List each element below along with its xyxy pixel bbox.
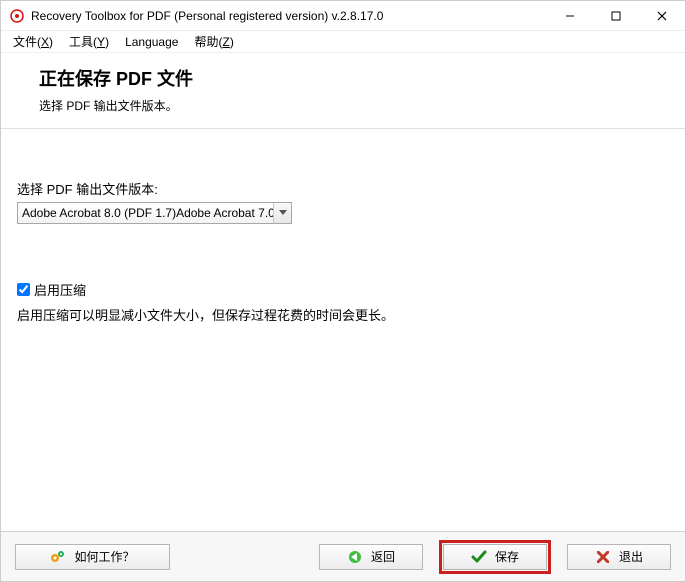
gears-icon — [50, 549, 66, 565]
window-title: Recovery Toolbox for PDF (Personal regis… — [31, 9, 547, 23]
menu-tools-accel: Y — [97, 35, 105, 49]
menu-bar: 文件(X) 工具(Y) Language 帮助(Z) — [1, 31, 685, 53]
compress-description: 启用压缩可以明显减小文件大小，但保存过程花费的时间会更长。 — [17, 305, 669, 324]
page-subtitle: 选择 PDF 输出文件版本。 — [39, 97, 673, 114]
menu-tools[interactable]: 工具(Y) — [61, 31, 117, 52]
footer-bar: 如何工作？ 返回 保存 退出 — [1, 531, 685, 581]
close-x-icon — [595, 549, 611, 565]
chevron-down-icon[interactable] — [273, 203, 291, 223]
exit-button[interactable]: 退出 — [567, 544, 671, 570]
menu-language[interactable]: Language — [117, 33, 186, 51]
menu-help-accel: Z — [222, 35, 229, 49]
maximize-button[interactable] — [593, 1, 639, 31]
menu-file[interactable]: 文件(X) — [5, 31, 61, 52]
minimize-button[interactable] — [547, 1, 593, 31]
how-it-works-button[interactable]: 如何工作？ — [15, 544, 170, 570]
menu-file-label: 文件 — [13, 35, 37, 49]
close-button[interactable] — [639, 1, 685, 31]
window-controls — [547, 1, 685, 30]
save-button-label: 保存 — [495, 548, 519, 565]
menu-tools-label: 工具 — [69, 35, 93, 49]
menu-help-label: 帮助 — [194, 35, 218, 49]
content-area: 选择 PDF 输出文件版本: Adobe Acrobat 8.0 (PDF 1.… — [1, 129, 685, 531]
title-bar: Recovery Toolbox for PDF (Personal regis… — [1, 1, 685, 31]
save-button[interactable]: 保存 — [443, 544, 547, 570]
back-button-label: 返回 — [371, 548, 395, 565]
menu-file-accel: X — [41, 35, 49, 49]
back-arrow-icon — [347, 549, 363, 565]
compress-checkbox[interactable] — [17, 283, 30, 296]
back-button[interactable]: 返回 — [319, 544, 423, 570]
page-title: 正在保存 PDF 文件 — [39, 65, 673, 91]
version-label: 选择 PDF 输出文件版本: — [17, 179, 669, 198]
checkmark-icon — [471, 549, 487, 565]
version-select[interactable]: Adobe Acrobat 8.0 (PDF 1.7)Adobe Acrobat… — [17, 202, 292, 224]
how-it-works-label: 如何工作？ — [74, 548, 134, 565]
page-header: 正在保存 PDF 文件 选择 PDF 输出文件版本。 — [1, 53, 685, 129]
menu-help[interactable]: 帮助(Z) — [186, 31, 241, 52]
exit-button-label: 退出 — [619, 548, 643, 565]
app-icon — [9, 8, 25, 24]
compress-label: 启用压缩 — [34, 280, 86, 299]
menu-language-label: Language — [125, 35, 178, 49]
version-select-value: Adobe Acrobat 8.0 (PDF 1.7)Adobe Acrobat… — [18, 206, 273, 220]
